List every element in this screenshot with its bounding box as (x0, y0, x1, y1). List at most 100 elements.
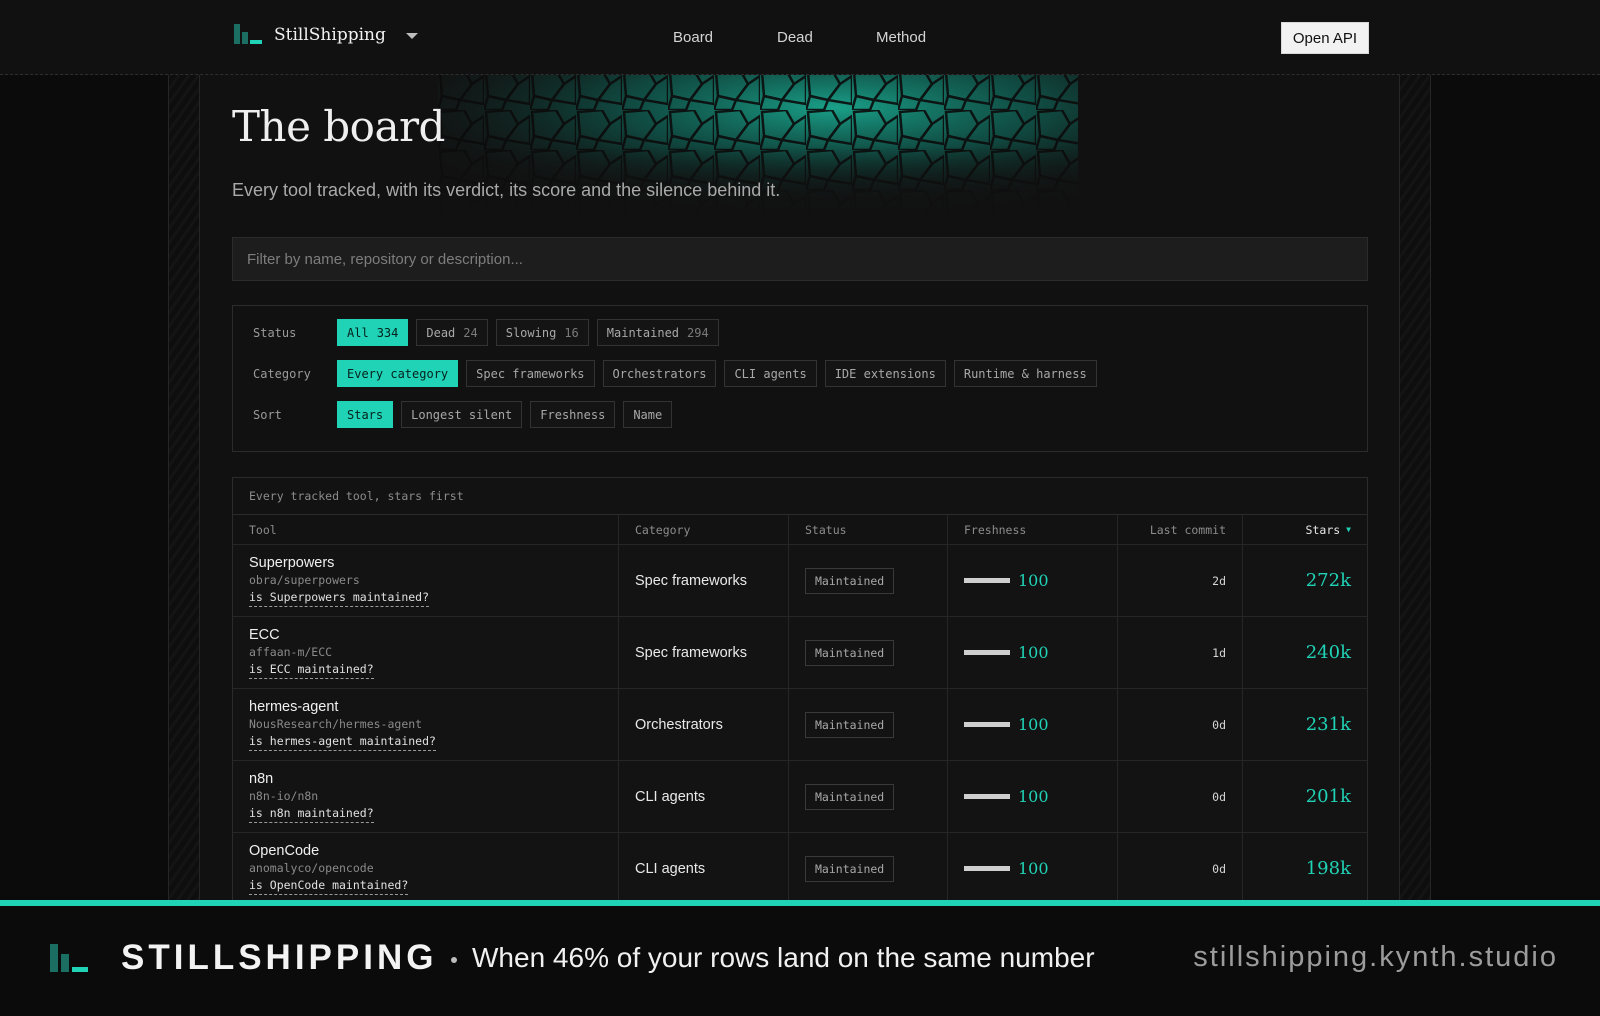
column-header-category[interactable]: Category (619, 515, 789, 544)
tool-cell: n8n n8n-io/n8n is n8n maintained? (233, 761, 619, 832)
sort-chip-name[interactable]: Name (623, 401, 673, 428)
tool-cell: ECC affaan-m/ECC is ECC maintained? (233, 617, 619, 688)
category-chip-orchestrators[interactable]: Orchestrators (602, 360, 717, 387)
status-badge: Maintained (805, 711, 895, 738)
stars-cell: 231k (1243, 689, 1367, 760)
stars-cell: 201k (1243, 761, 1367, 832)
tool-cell: OpenCode anomalyco/opencode is OpenCode ma… (233, 833, 619, 900)
tool-name[interactable]: Superpowers (249, 555, 334, 572)
category-chip-every[interactable]: Every category (337, 360, 459, 387)
freshness-score: 100 (1018, 787, 1049, 806)
tool-cell: hermes-agent NousResearch/hermes-agent is … (233, 689, 619, 760)
table-header-row: Tool Category Status Freshness Last comm… (233, 515, 1367, 545)
column-header-last-commit[interactable]: Last commit (1118, 515, 1243, 544)
brand-switcher[interactable]: StillShipping (234, 24, 418, 46)
table-row[interactable]: ECC affaan-m/ECC is ECC maintained? Spec fr… (233, 617, 1367, 689)
nav-link-board[interactable]: Board (673, 29, 777, 46)
category-chip-spec-frameworks[interactable]: Spec frameworks (466, 360, 595, 387)
table-row[interactable]: hermes-agent NousResearch/hermes-agent is … (233, 689, 1367, 761)
stars-cell: 198k (1243, 833, 1367, 900)
freshness-bar (964, 722, 1010, 727)
status-badge: Maintained (805, 855, 895, 882)
freshness-bar-fill (964, 794, 1010, 799)
sort-chip-freshness[interactable]: Freshness (530, 401, 616, 428)
top-nav-bar: StillShipping Board Dead Method Open API (0, 0, 1600, 75)
nav-link-dead[interactable]: Dead (777, 29, 876, 46)
tool-category: Spec frameworks (635, 644, 748, 661)
freshness-bar-fill (964, 866, 1010, 871)
last-commit-value: 2d (1212, 573, 1226, 588)
table-row[interactable]: n8n n8n-io/n8n is n8n maintained? CLI agent… (233, 761, 1367, 833)
last-commit-cell: 0d (1118, 689, 1243, 760)
maintained-question-link[interactable]: is ECC maintained? (249, 661, 374, 679)
category-chip-ide-extensions[interactable]: IDE extensions (824, 360, 946, 387)
maintained-question-link[interactable]: is Superpowers maintained? (249, 589, 430, 607)
status-badge: Maintained (805, 783, 895, 810)
brand-name: StillShipping (274, 25, 386, 45)
freshness-bar (964, 578, 1010, 583)
freshness-score: 100 (1018, 571, 1049, 590)
status-cell: Maintained (789, 689, 948, 760)
status-chip-slowing[interactable]: Slowing 16 (495, 319, 589, 346)
column-header-status[interactable]: Status (789, 515, 948, 544)
chip-count: 24 (463, 325, 478, 340)
tool-category: CLI agents (635, 788, 706, 805)
tool-category: Orchestrators (635, 716, 723, 733)
tool-name[interactable]: ECC (249, 627, 280, 644)
table-caption: Every tracked tool, stars first (233, 478, 1367, 515)
tool-name[interactable]: OpenCode (249, 843, 319, 860)
sort-chip-stars[interactable]: Stars (337, 401, 394, 428)
right-hatched-rail (1399, 0, 1431, 900)
tool-repo: obra/superpowers (249, 572, 360, 587)
banner-brand: STILLSHIPPING (121, 938, 438, 977)
column-header-freshness[interactable]: Freshness (948, 515, 1118, 544)
column-header-stars[interactable]: Stars ▼ (1243, 515, 1367, 544)
status-badge: Maintained (805, 639, 895, 666)
open-api-button[interactable]: Open API (1281, 22, 1369, 54)
table-row[interactable]: Superpowers obra/superpowers is Superpower… (233, 545, 1367, 617)
status-filter-row: Status All 334 Dead 24 Slowing 16 Mainta… (253, 319, 727, 346)
maintained-question-link[interactable]: is OpenCode maintained? (249, 877, 409, 895)
status-chip-dead[interactable]: Dead 24 (416, 319, 488, 346)
last-commit-value: 0d (1212, 789, 1226, 804)
status-cell: Maintained (789, 833, 948, 900)
freshness-bar-fill (964, 722, 1010, 727)
tool-name[interactable]: hermes-agent (249, 699, 338, 716)
freshness-cell: 100 (948, 761, 1118, 832)
status-chip-all[interactable]: All 334 (337, 319, 409, 346)
promo-banner: STILLSHIPPING When 46% of your rows land… (0, 900, 1600, 1016)
category-cell: CLI agents (619, 833, 789, 900)
main-nav: Board Dead Method (673, 29, 926, 46)
page-subtitle: Every tool tracked, with its verdict, it… (232, 180, 781, 200)
maintained-question-link[interactable]: is hermes-agent maintained? (249, 733, 436, 751)
sort-filter-row: Sort Stars Longest silent Freshness Name (253, 401, 680, 428)
tool-name[interactable]: n8n (249, 771, 273, 788)
sort-chip-longest-silent[interactable]: Longest silent (401, 401, 523, 428)
column-header-tool[interactable]: Tool (233, 515, 619, 544)
freshness-score: 100 (1018, 715, 1049, 734)
category-chip-runtime-harness[interactable]: Runtime & harness (953, 360, 1097, 387)
left-hatched-rail (168, 0, 200, 900)
category-cell: Spec frameworks (619, 617, 789, 688)
brand-logo-icon (234, 24, 262, 44)
status-chip-maintained[interactable]: Maintained 294 (596, 319, 719, 346)
chevron-down-icon (405, 33, 418, 39)
nav-link-method[interactable]: Method (876, 29, 926, 46)
tool-repo: anomalyco/opencode (249, 860, 374, 875)
freshness-bar-fill (964, 578, 1010, 583)
category-chip-cli-agents[interactable]: CLI agents (724, 360, 817, 387)
table-body: Superpowers obra/superpowers is Superpower… (233, 545, 1367, 900)
filter-search-input[interactable] (232, 237, 1368, 281)
last-commit-cell: 2d (1118, 545, 1243, 616)
category-cell: Orchestrators (619, 689, 789, 760)
table-row[interactable]: OpenCode anomalyco/opencode is OpenCode ma… (233, 833, 1367, 900)
status-cell: Maintained (789, 545, 948, 616)
chip-label: All (347, 325, 369, 340)
banner-url: stillshipping.kynth.studio (1193, 941, 1558, 973)
last-commit-value: 0d (1212, 717, 1226, 732)
chip-count: 334 (376, 325, 399, 340)
last-commit-cell: 0d (1118, 833, 1243, 900)
tool-repo: n8n-io/n8n (249, 788, 319, 803)
maintained-question-link[interactable]: is n8n maintained? (249, 805, 374, 823)
chip-label: Maintained (606, 325, 680, 340)
